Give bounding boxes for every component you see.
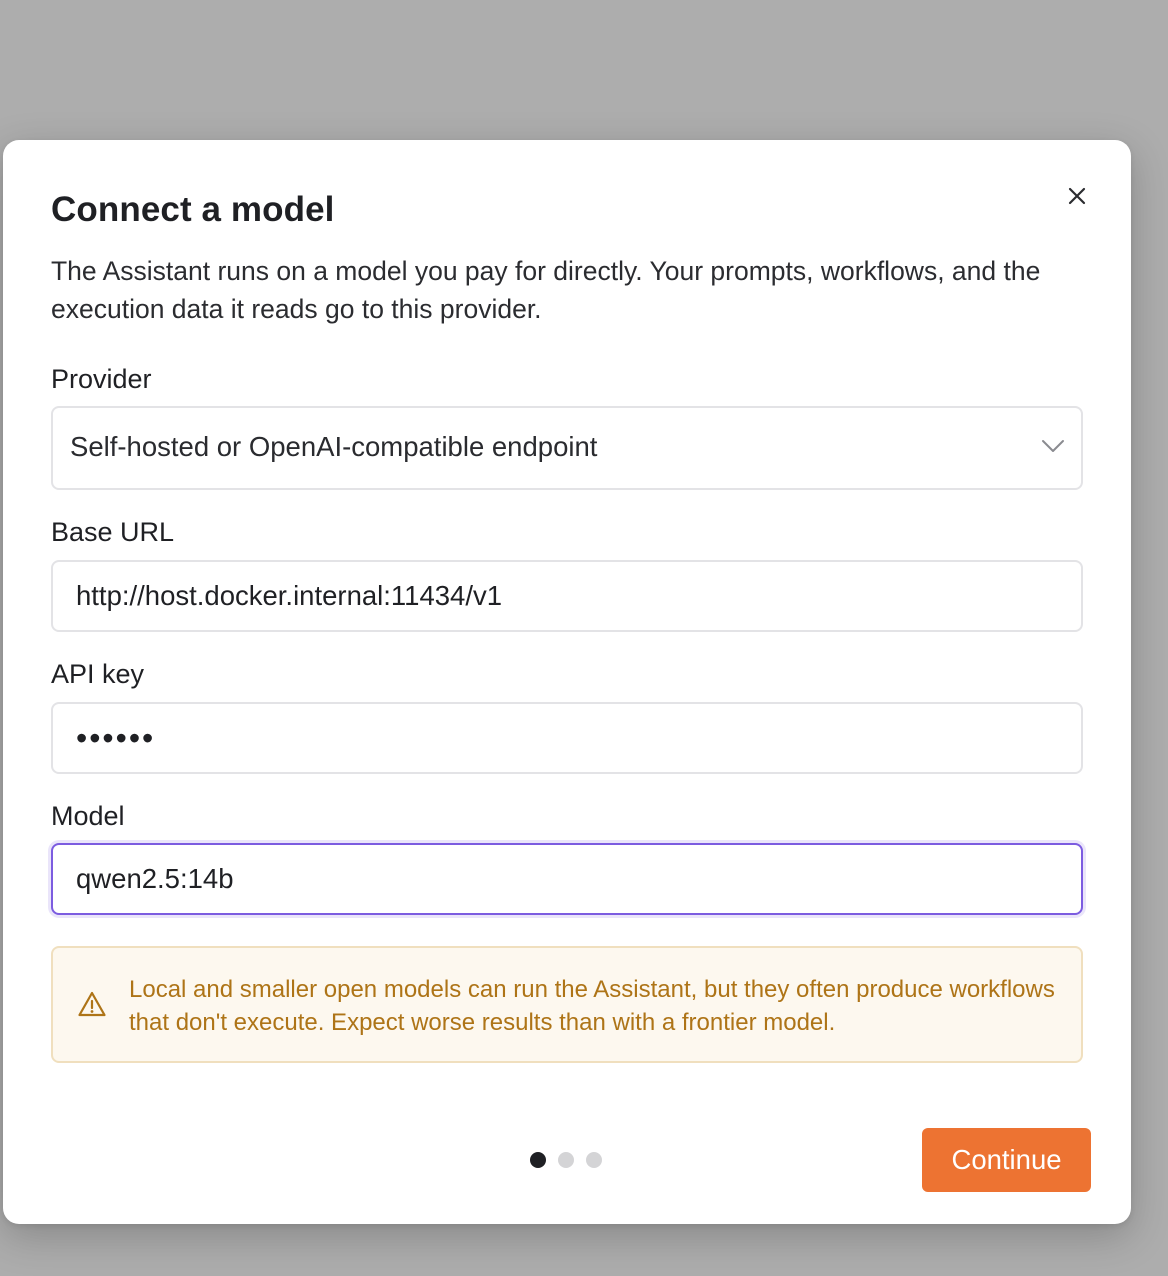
- base-url-label: Base URL: [51, 517, 175, 547]
- step-dot-2: [558, 1152, 574, 1168]
- step-dot-1: [530, 1152, 546, 1168]
- base-url-field-wrapper: [51, 560, 1083, 632]
- provider-label: Provider: [51, 364, 152, 394]
- api-key-field-wrapper: [51, 702, 1083, 774]
- chevron-down-icon: [1042, 440, 1064, 452]
- step-dot-3: [586, 1152, 602, 1168]
- step-indicator: [530, 1152, 602, 1168]
- model-field-wrapper: [51, 843, 1083, 915]
- provider-select[interactable]: Self-hosted or OpenAI-compatible endpoin…: [51, 406, 1083, 490]
- warning-text: Local and smaller open models can run th…: [129, 976, 1055, 1036]
- model-label: Model: [51, 801, 125, 831]
- api-key-input[interactable]: [53, 704, 1081, 772]
- api-key-label: API key: [51, 659, 145, 689]
- warning-callout: Local and smaller open models can run th…: [51, 946, 1083, 1063]
- close-icon: [1068, 187, 1086, 205]
- continue-button[interactable]: Continue: [922, 1128, 1091, 1192]
- model-input[interactable]: [53, 845, 1081, 913]
- warning-triangle-icon: [78, 991, 106, 1017]
- provider-selected-value: Self-hosted or OpenAI-compatible endpoin…: [70, 431, 598, 462]
- dialog-title: Connect a model: [51, 190, 335, 229]
- connect-model-dialog: Connect a model The Assistant runs on a …: [3, 140, 1131, 1224]
- close-button[interactable]: [1061, 180, 1093, 212]
- base-url-input[interactable]: [53, 562, 1081, 630]
- dialog-description: The Assistant runs on a model you pay fo…: [51, 256, 1041, 324]
